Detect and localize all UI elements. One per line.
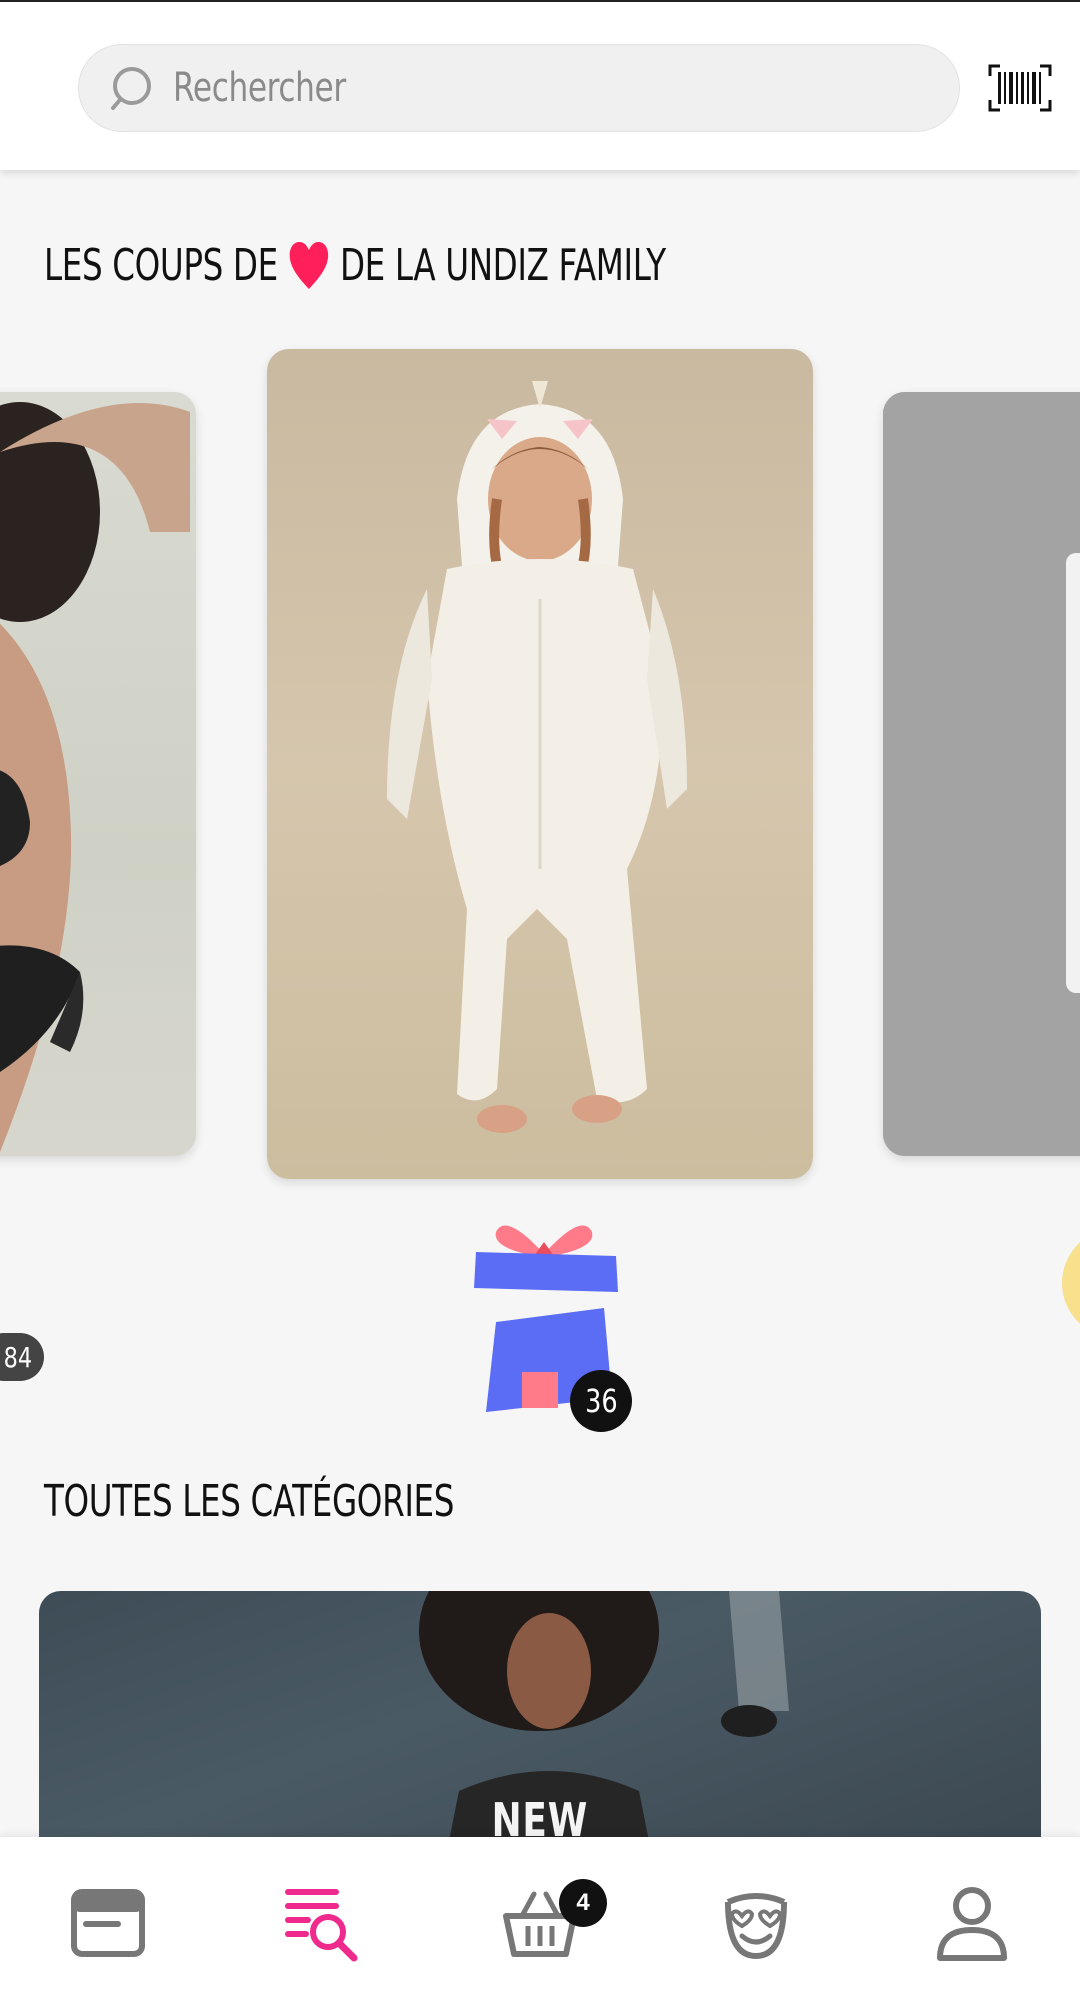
product-photo xyxy=(883,392,1080,1156)
nav-account[interactable] xyxy=(864,1837,1080,2007)
favorites-title: LES COUPS DE DE LA UNDIZ FAMILY xyxy=(44,240,666,291)
favorites-title-after: DE LA UNDIZ FAMILY xyxy=(339,240,666,291)
bottom-navigation: 4 xyxy=(0,1837,1080,2007)
nav-cart[interactable]: 4 xyxy=(432,1837,648,2007)
categories-title: TOUTES LES CATÉGORIES xyxy=(44,1476,454,1527)
barcode-scanner-icon[interactable] xyxy=(988,64,1052,112)
side-tab xyxy=(1066,553,1080,993)
side-floating-button[interactable] xyxy=(1062,1228,1080,1338)
unicorn-onesie-photo xyxy=(387,381,687,1133)
screen: Rechercher LES COUPS DE DE LA UNDIZ FAMI… xyxy=(0,0,1080,2007)
product-card-right[interactable] xyxy=(883,392,1080,1156)
top-bar: Rechercher xyxy=(0,0,1080,170)
gift-count-badge: 36 xyxy=(570,1370,632,1432)
list-search-icon xyxy=(285,1889,358,1962)
search-icon xyxy=(109,63,159,113)
cart-count-badge: 4 xyxy=(559,1879,607,1927)
browser-window-icon xyxy=(71,1889,145,1957)
nav-home[interactable] xyxy=(0,1837,216,2007)
search-input[interactable]: Rechercher xyxy=(78,44,960,132)
categories-title-text: TOUTES LES CATÉGORIES xyxy=(44,1476,455,1527)
user-icon xyxy=(937,1887,1007,1961)
side-counter-pill[interactable]: 84 xyxy=(0,1333,44,1381)
nav-search[interactable] xyxy=(216,1837,432,2007)
favorites-title-before: LES COUPS DE xyxy=(44,240,278,291)
nav-favorites[interactable] xyxy=(648,1837,864,2007)
heart-icon xyxy=(289,241,329,289)
product-card-center[interactable] xyxy=(267,349,813,1179)
product-card-left[interactable] xyxy=(0,392,196,1156)
lingerie-photo xyxy=(0,402,190,1152)
search-placeholder: Rechercher xyxy=(173,65,346,111)
heart-eyes-face-icon xyxy=(725,1893,787,1960)
